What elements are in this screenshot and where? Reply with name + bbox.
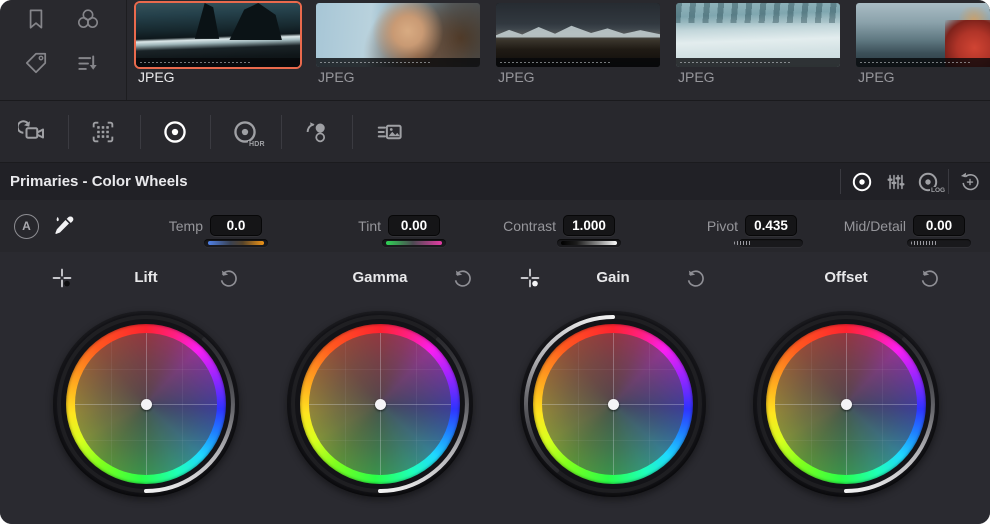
clip-format-label: JPEG — [318, 69, 355, 85]
pivot-label: Pivot — [706, 218, 738, 234]
gain-reset-icon[interactable] — [684, 267, 706, 289]
wheel-handle[interactable] — [374, 398, 386, 410]
gamma-label: Gamma — [352, 269, 408, 286]
offset-label: Offset — [824, 269, 868, 286]
color-disc[interactable] — [542, 333, 684, 475]
lift-color-wheel[interactable] — [53, 311, 239, 497]
clip-format-label: JPEG — [678, 69, 715, 85]
toolbar-divider — [68, 115, 69, 149]
clip-format-label: JPEG — [138, 69, 175, 85]
clips-strip: JPEG JPEG JPEG JPEG JPEG — [0, 0, 990, 101]
clip-thumbnail-3[interactable] — [496, 3, 660, 67]
clip-thumbnail-5[interactable] — [856, 3, 990, 67]
tag-icon[interactable] — [23, 50, 49, 76]
toolbar-divider — [352, 115, 353, 149]
clip-format-label: JPEG — [498, 69, 535, 85]
clip-metadata-strip — [496, 58, 660, 67]
gain-label: Gain — [596, 269, 630, 286]
gain-color-wheel[interactable] — [520, 311, 706, 497]
auto-balance-label: A — [22, 219, 31, 233]
lift-label: Lift — [134, 269, 158, 286]
clip-metadata-strip — [856, 58, 990, 67]
pivot-value[interactable]: 0.435 — [745, 215, 797, 236]
thumbnail-strip: JPEG JPEG JPEG JPEG JPEG — [126, 0, 990, 100]
bookmark-icon[interactable] — [23, 6, 49, 32]
contrast-slider[interactable] — [557, 239, 621, 247]
mid-detail-slider[interactable] — [907, 239, 971, 247]
gain-picker-icon[interactable] — [518, 266, 542, 290]
temp-slider[interactable] — [204, 239, 268, 247]
color-group-icon[interactable] — [75, 6, 101, 32]
pivot-slider[interactable] — [734, 239, 803, 247]
color-wheels-icon[interactable] — [161, 118, 189, 146]
clip-metadata-strip — [676, 58, 840, 67]
auto-balance-button[interactable]: A — [14, 214, 39, 239]
mid-detail-label: Mid/Detail — [843, 218, 906, 234]
wheel-handle[interactable] — [140, 398, 152, 410]
contrast-value[interactable]: 1.000 — [563, 215, 615, 236]
panel-header: Primaries - Color Wheels LOG — [0, 163, 990, 201]
panel-title: Primaries - Color Wheels — [10, 173, 188, 190]
wheels-mode-icon[interactable] — [850, 170, 874, 194]
header-divider — [948, 169, 949, 194]
sort-list-icon[interactable] — [75, 50, 101, 76]
temp-label: Temp — [168, 218, 203, 234]
lift-reset-icon[interactable] — [217, 267, 239, 289]
clip-metadata-strip — [316, 58, 480, 67]
clip-thumbnail-4[interactable] — [676, 3, 840, 67]
wheel-handle[interactable] — [607, 398, 619, 410]
picker-eyedropper-icon[interactable] — [50, 213, 76, 239]
toolbar-divider — [140, 115, 141, 149]
frame-grid-icon[interactable] — [89, 118, 117, 146]
color-disc[interactable] — [75, 333, 217, 475]
clip-metadata-strip — [136, 58, 300, 67]
contrast-label: Contrast — [503, 218, 556, 234]
tint-value[interactable]: 0.00 — [388, 215, 440, 236]
color-page: JPEG JPEG JPEG JPEG JPEG HDR Primaries -… — [0, 0, 990, 524]
lift-picker-icon[interactable] — [50, 266, 74, 290]
offset-color-wheel[interactable] — [753, 311, 939, 497]
wheel-handle[interactable] — [840, 398, 852, 410]
temp-value[interactable]: 0.0 — [210, 215, 262, 236]
camera-raw-icon[interactable] — [18, 117, 48, 147]
color-wheels-panel: Lift Gamma Gain Offset — [0, 252, 990, 524]
palette-toolbar: HDR — [0, 101, 990, 163]
tint-slider[interactable] — [382, 239, 446, 247]
clip-format-label: JPEG — [858, 69, 895, 85]
log-label: LOG — [930, 187, 947, 194]
offset-reset-icon[interactable] — [918, 267, 940, 289]
stills-icon[interactable] — [375, 117, 405, 147]
gamma-color-wheel[interactable] — [287, 311, 473, 497]
color-disc[interactable] — [309, 333, 451, 475]
adjustment-controls: A Temp 0.0 Tint 0.00 Contrast 1.000 Pivo… — [0, 200, 990, 253]
clip-thumbnail-2[interactable] — [316, 3, 480, 67]
color-disc[interactable] — [775, 333, 917, 475]
header-divider — [840, 169, 841, 194]
color-match-icon[interactable] — [302, 118, 330, 146]
clip-thumbnail-1[interactable] — [136, 3, 300, 67]
gallery-sidebar — [0, 0, 127, 100]
toolbar-divider — [281, 115, 282, 149]
reset-panel-icon[interactable] — [959, 171, 981, 193]
mid-detail-value[interactable]: 0.00 — [913, 215, 965, 236]
gamma-reset-icon[interactable] — [451, 267, 473, 289]
toolbar-divider — [210, 115, 211, 149]
tint-label: Tint — [358, 218, 381, 234]
hdr-label: HDR — [248, 141, 266, 148]
bars-mode-icon[interactable] — [885, 171, 907, 193]
